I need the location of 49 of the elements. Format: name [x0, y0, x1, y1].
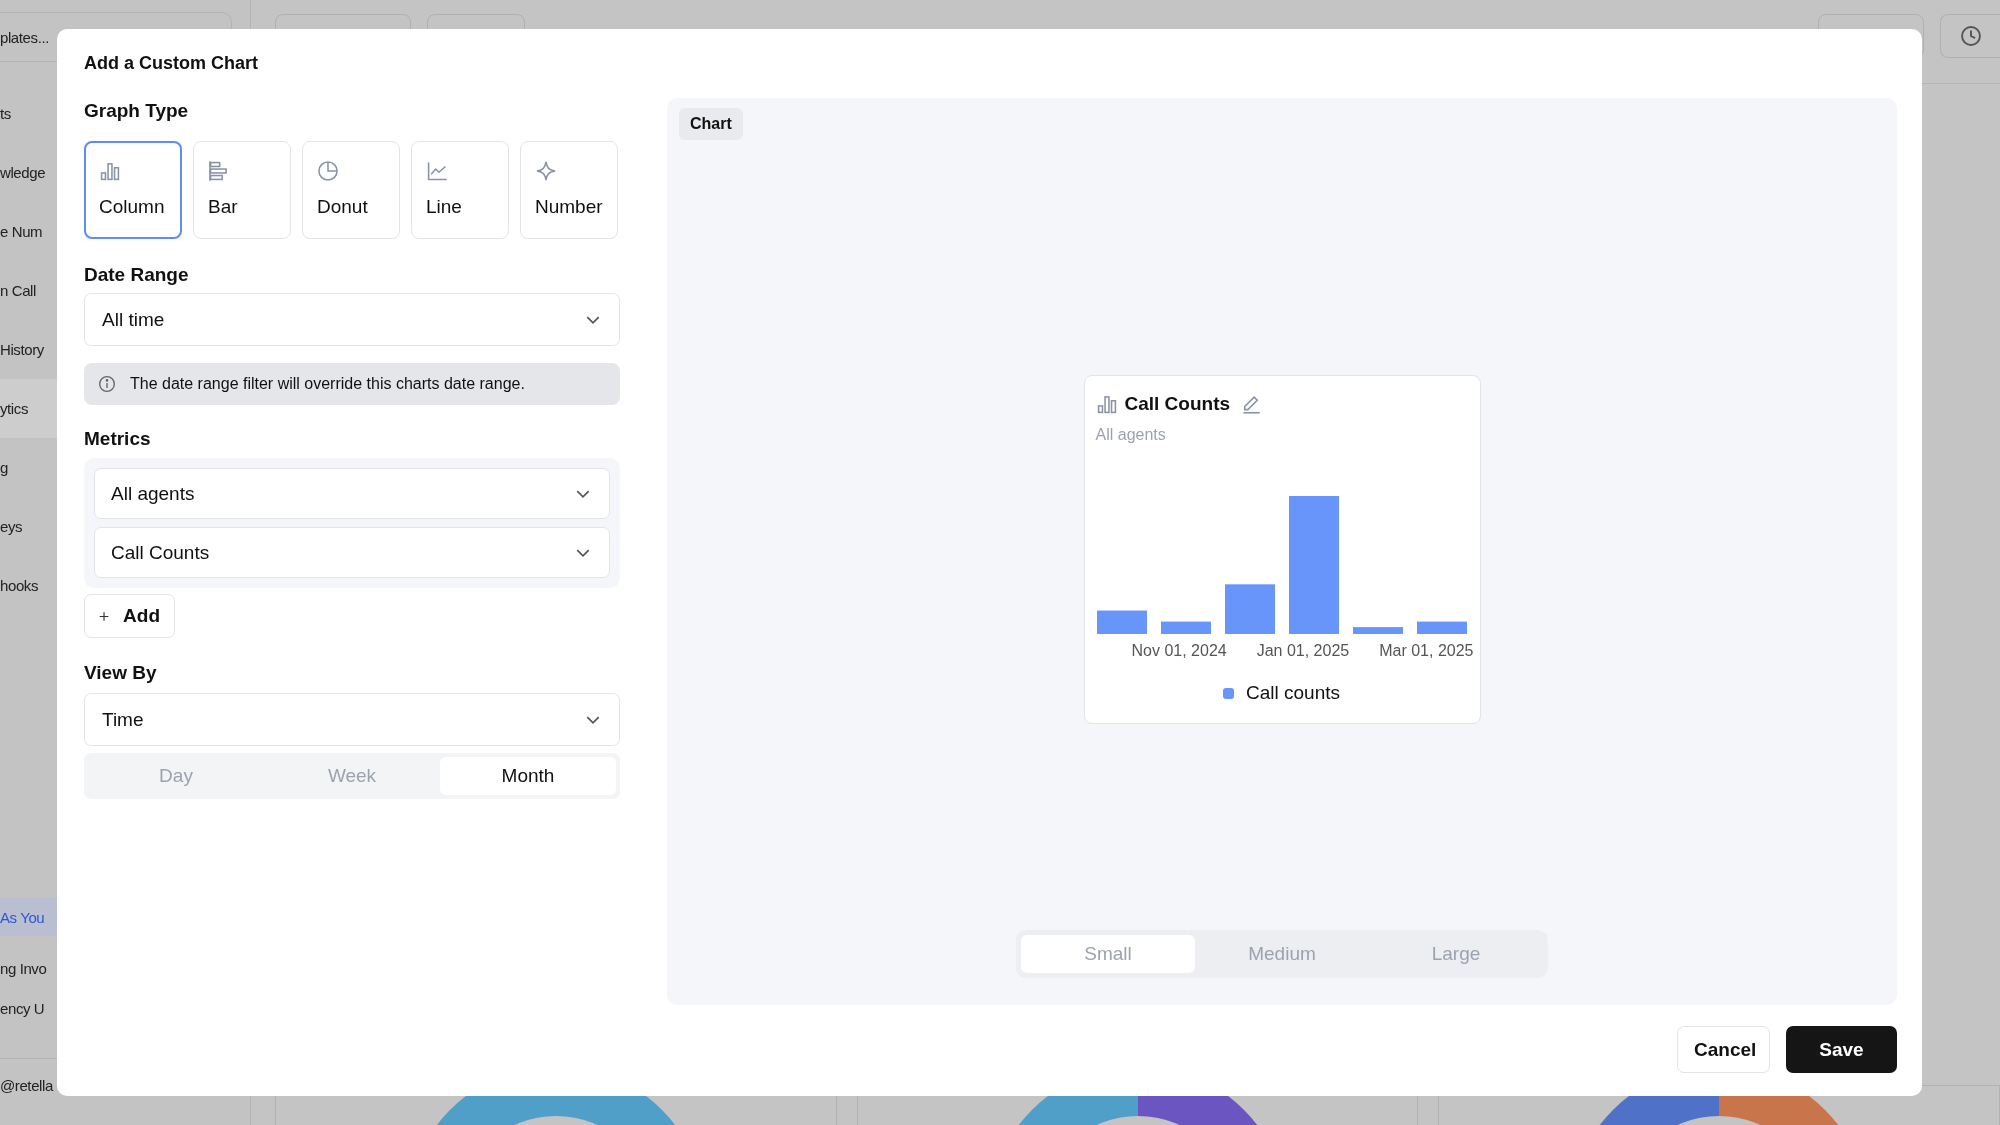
sidebar-item[interactable]: wledge [0, 164, 46, 181]
pie-chart-icon [317, 160, 339, 182]
legend-label: Call counts [1246, 682, 1340, 704]
pencil-icon [1241, 394, 1262, 414]
axis-label: Jan 01, 2025 [1256, 642, 1350, 660]
dialog-title: Add a Custom Chart [84, 52, 259, 75]
sidebar-item[interactable]: ency U [0, 999, 45, 1017]
graph-type-option[interactable]: Column [84, 141, 182, 239]
axis-label: Nov 01, 2024 [1131, 642, 1227, 660]
sidebar-item[interactable]: @retella [0, 1076, 53, 1094]
section-label: Metrics [84, 427, 152, 451]
line-chart-icon [426, 160, 448, 182]
sidebar-item[interactable]: ytics [0, 400, 28, 417]
sparkle-icon [535, 160, 557, 182]
graph-type-option[interactable]: Line [411, 141, 509, 239]
sidebar-item[interactable]: eys [0, 518, 23, 535]
select-field[interactable]: Call Counts [94, 527, 610, 578]
graph-type-option[interactable]: Donut [302, 141, 400, 239]
segment-tab[interactable]: Month [440, 757, 616, 795]
graph-type-option[interactable]: Bar [193, 141, 291, 239]
info-icon [98, 375, 116, 393]
toolbar-button[interactable] [1940, 14, 2000, 58]
save-button[interactable]: Save [1786, 1026, 1897, 1073]
select-field[interactable]: Time [84, 693, 620, 746]
section-label: View By [84, 661, 158, 685]
section-label: Date Range [84, 263, 190, 287]
graph-type-option[interactable]: Number [520, 141, 618, 239]
sidebar-item[interactable]: n Call [0, 282, 36, 299]
select-field[interactable]: All agents [94, 468, 610, 519]
clock-icon [1959, 25, 1982, 47]
chart-subtitle: All agents [1095, 426, 1167, 444]
bar-chart-icon [208, 160, 230, 182]
sidebar-item[interactable]: plates... [0, 28, 49, 46]
column-chart-icon [1095, 393, 1118, 415]
sidebar-item[interactable]: e Num [0, 223, 43, 240]
add-button[interactable]: Add [84, 594, 175, 638]
sidebar-item[interactable]: hooks [0, 577, 39, 594]
sidebar-item[interactable]: ng Invo [0, 959, 47, 977]
sidebar-item[interactable]: ts [0, 105, 11, 122]
axis-label: Mar 01, 2025 [1379, 642, 1474, 660]
section-label: Graph Type [84, 99, 190, 123]
tag: Chart [679, 108, 743, 140]
sidebar-item[interactable]: g [0, 459, 8, 476]
select-field[interactable]: All time [84, 293, 620, 346]
chart-title: Call Counts [1124, 393, 1231, 415]
sidebar-item[interactable]: History [0, 341, 44, 358]
info-text: The date range filter will override this charts date range. [130, 375, 525, 393]
cancel-button[interactable]: Cancel [1677, 1026, 1770, 1073]
column-chart-icon [99, 160, 121, 182]
